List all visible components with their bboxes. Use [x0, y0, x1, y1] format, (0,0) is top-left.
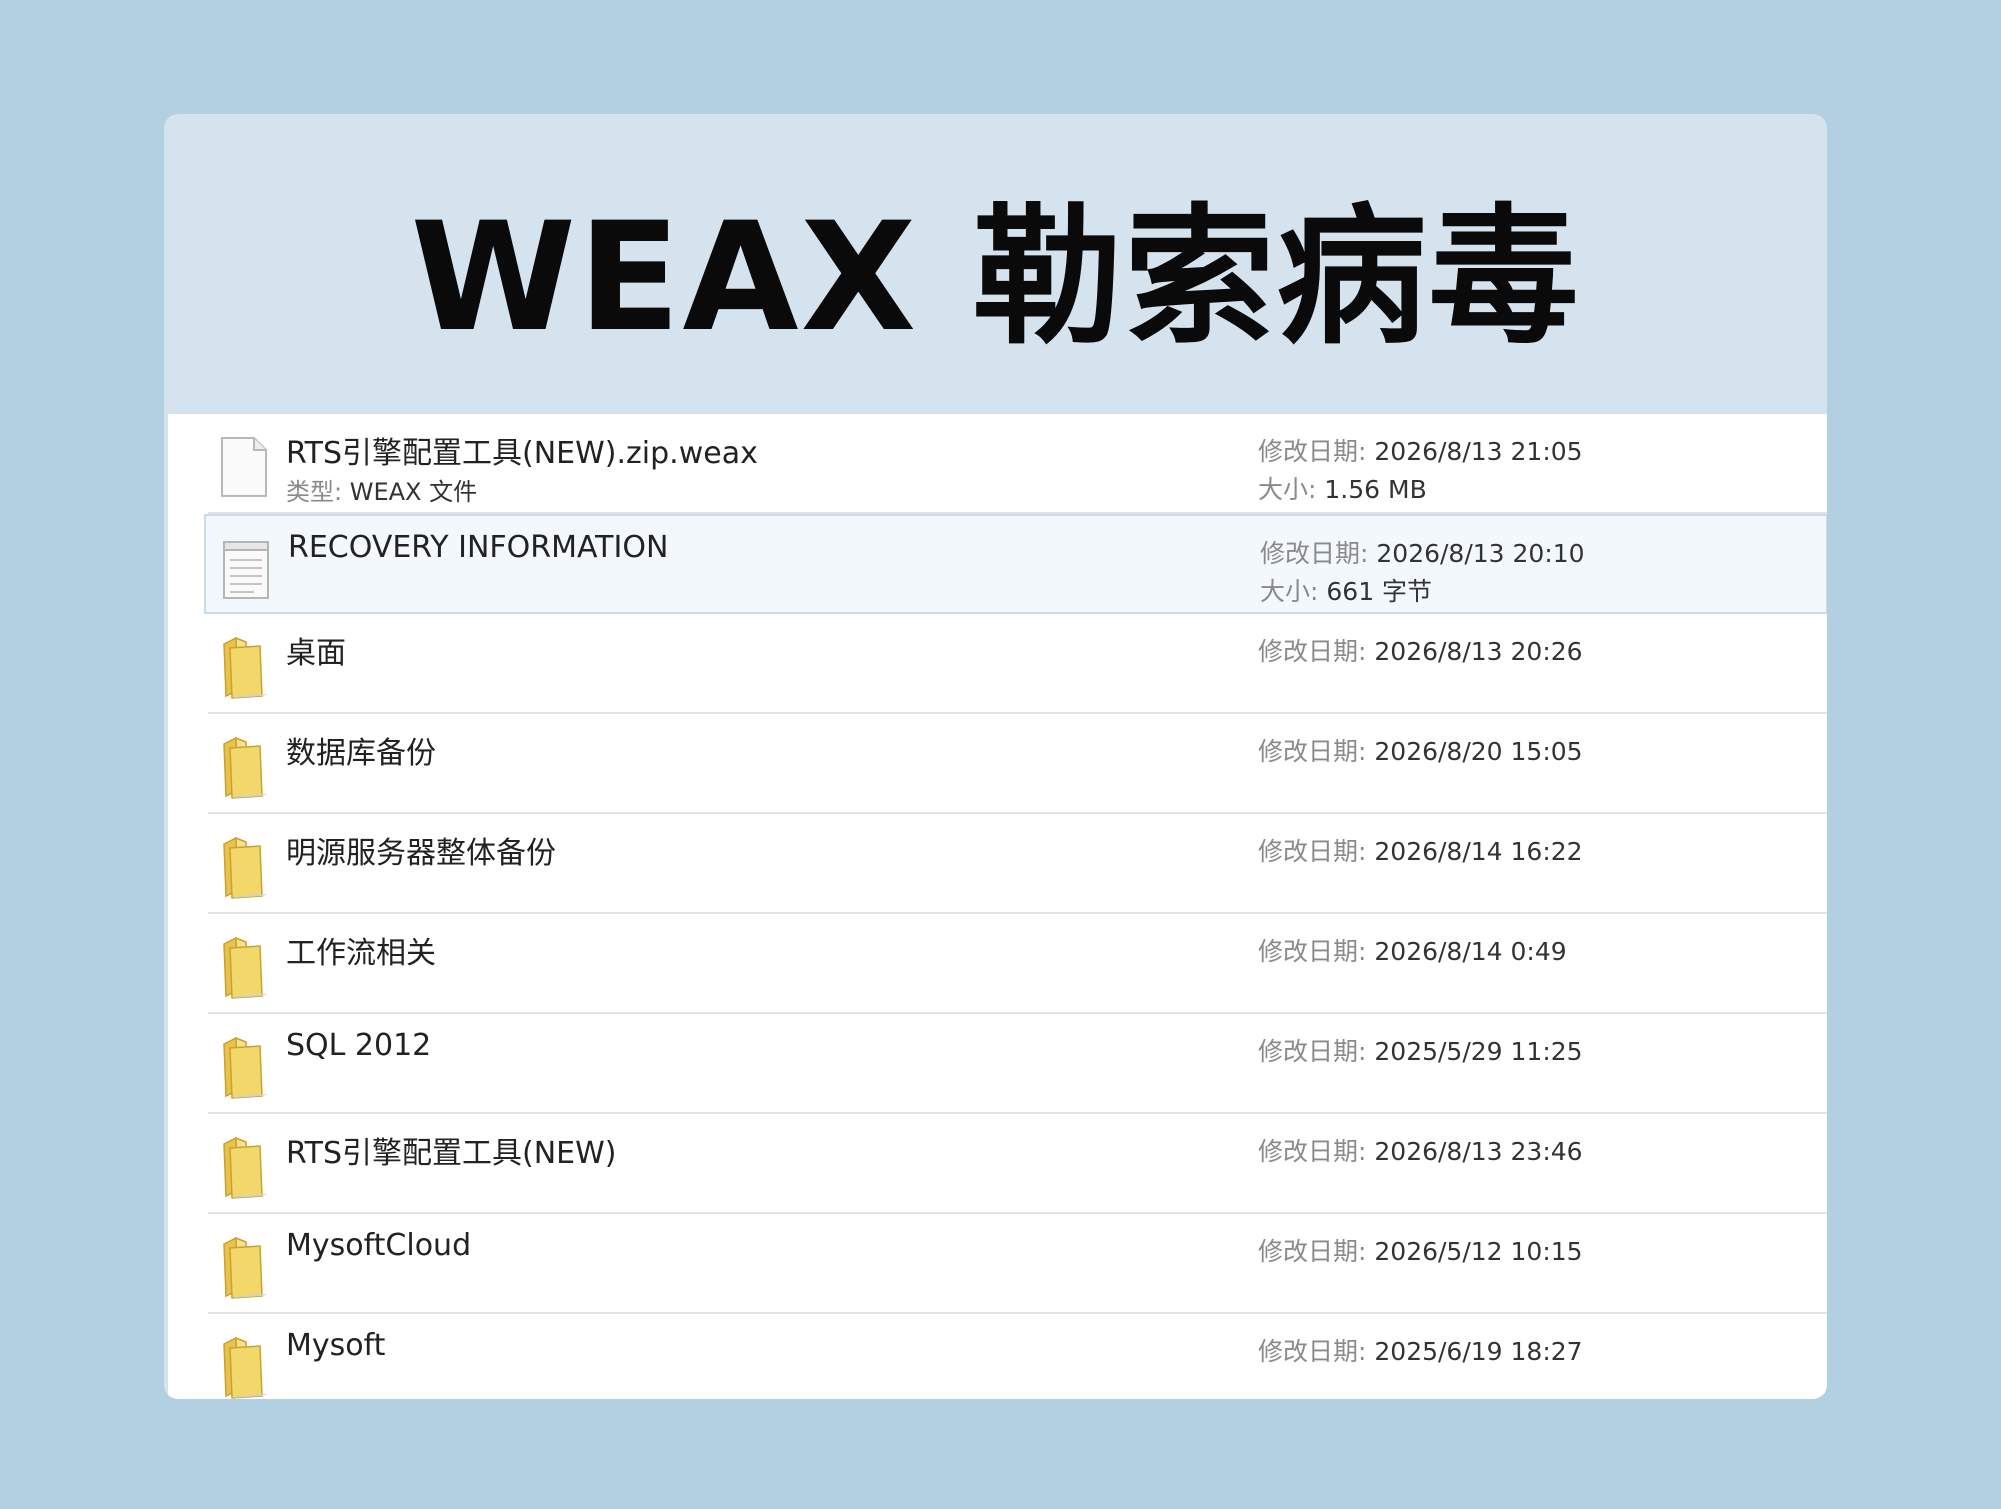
date-value: 2026/8/13 21:05 — [1374, 437, 1583, 466]
modified-date: 修改日期: 2025/6/19 18:27 — [1258, 1332, 1583, 1368]
folder-row-mysoft[interactable]: Mysoft 修改日期: 2025/6/19 18:27 — [208, 1314, 1827, 1399]
page-title: WEAX 勒索病毒 — [410, 190, 1581, 365]
file-list: RTS引擎配置工具(NEW).zip.weax 类型: WEAX 文件 修改日期… — [168, 414, 1827, 1399]
type-value: WEAX 文件 — [349, 478, 478, 506]
file-name: 明源服务器整体备份 — [286, 836, 556, 871]
date-value: 2025/5/29 11:25 — [1374, 1037, 1583, 1066]
file-name: SQL 2012 — [286, 1028, 432, 1063]
poster-card: WEAX 勒索病毒 RTS引擎配置工具(NEW).zip.weax 类型: WE… — [164, 114, 1827, 1399]
size-label: 大小: — [1258, 475, 1317, 504]
file-size: 大小: 1.56 MB — [1258, 470, 1427, 506]
date-label: 修改日期: — [1258, 937, 1367, 966]
date-value: 2026/8/13 20:10 — [1376, 539, 1585, 568]
folder-row-database-backup[interactable]: 数据库备份 修改日期: 2026/8/20 15:05 — [208, 714, 1827, 814]
file-row-recovery-information[interactable]: RECOVERY INFORMATION 修改日期: 2026/8/13 20:… — [204, 514, 1827, 614]
file-name: 工作流相关 — [286, 936, 436, 971]
file-name: Mysoft — [286, 1328, 386, 1363]
file-size: 大小: 661 字节 — [1260, 572, 1432, 608]
folder-row-workflow[interactable]: 工作流相关 修改日期: 2026/8/14 0:49 — [208, 914, 1827, 1014]
folder-icon — [223, 1336, 268, 1399]
modified-date: 修改日期: 2026/5/12 10:15 — [1258, 1232, 1583, 1268]
date-label: 修改日期: — [1258, 837, 1367, 866]
modified-date: 修改日期: 2026/8/14 0:49 — [1258, 932, 1567, 968]
date-label: 修改日期: — [1258, 637, 1367, 666]
date-label: 修改日期: — [1260, 539, 1369, 568]
file-name: 数据库备份 — [286, 736, 436, 771]
date-value: 2026/8/14 16:22 — [1374, 837, 1583, 866]
folder-row-mysoftcloud[interactable]: MysoftCloud 修改日期: 2026/5/12 10:15 — [208, 1214, 1827, 1314]
folder-icon — [223, 836, 268, 899]
file-name: MysoftCloud — [286, 1228, 472, 1263]
date-value: 2026/5/12 10:15 — [1374, 1237, 1583, 1266]
folder-icon — [223, 1036, 268, 1099]
date-label: 修改日期: — [1258, 1037, 1367, 1066]
date-label: 修改日期: — [1258, 1337, 1367, 1366]
folder-icon — [223, 1136, 268, 1199]
date-value: 2026/8/20 15:05 — [1374, 737, 1583, 766]
file-row-weax-zip[interactable]: RTS引擎配置工具(NEW).zip.weax 类型: WEAX 文件 修改日期… — [208, 414, 1827, 514]
modified-date: 修改日期: 2026/8/13 23:46 — [1258, 1132, 1583, 1168]
date-label: 修改日期: — [1258, 437, 1367, 466]
modified-date: 修改日期: 2026/8/13 21:05 — [1258, 432, 1583, 468]
date-label: 修改日期: — [1258, 737, 1367, 766]
file-name: RTS引擎配置工具(NEW) — [286, 1136, 617, 1171]
type-label: 类型: — [286, 478, 343, 506]
file-name: RECOVERY INFORMATION — [288, 530, 669, 565]
folder-icon — [223, 736, 268, 799]
date-value: 2025/6/19 18:27 — [1374, 1337, 1583, 1366]
date-value: 2026/8/13 20:26 — [1374, 637, 1583, 666]
blank-file-icon — [221, 437, 267, 497]
modified-date: 修改日期: 2026/8/14 16:22 — [1258, 832, 1583, 868]
date-value: 2026/8/14 0:49 — [1374, 937, 1567, 966]
folder-icon — [223, 1236, 268, 1299]
text-file-icon — [223, 541, 269, 599]
file-name: 桌面 — [286, 636, 346, 671]
folder-row-server-backup[interactable]: 明源服务器整体备份 修改日期: 2026/8/14 16:22 — [208, 814, 1827, 914]
size-label: 大小: — [1260, 577, 1319, 606]
size-value: 661 字节 — [1326, 577, 1433, 606]
folder-icon — [223, 936, 268, 999]
folder-row-sql-2012[interactable]: SQL 2012 修改日期: 2025/5/29 11:25 — [208, 1014, 1827, 1114]
folder-icon — [223, 636, 268, 699]
folder-row-desktop[interactable]: 桌面 修改日期: 2026/8/13 20:26 — [208, 614, 1827, 714]
date-value: 2026/8/13 23:46 — [1374, 1137, 1583, 1166]
file-type: 类型: WEAX 文件 — [286, 472, 477, 507]
modified-date: 修改日期: 2026/8/13 20:26 — [1258, 632, 1583, 668]
file-name: RTS引擎配置工具(NEW).zip.weax — [286, 436, 758, 471]
folder-row-rts-tool[interactable]: RTS引擎配置工具(NEW) 修改日期: 2026/8/13 23:46 — [208, 1114, 1827, 1214]
date-label: 修改日期: — [1258, 1137, 1367, 1166]
date-label: 修改日期: — [1258, 1237, 1367, 1266]
modified-date: 修改日期: 2026/8/20 15:05 — [1258, 732, 1583, 768]
modified-date: 修改日期: 2025/5/29 11:25 — [1258, 1032, 1583, 1068]
title-banner: WEAX 勒索病毒 — [164, 114, 1827, 414]
modified-date: 修改日期: 2026/8/13 20:10 — [1260, 534, 1585, 570]
size-value: 1.56 MB — [1324, 475, 1427, 504]
